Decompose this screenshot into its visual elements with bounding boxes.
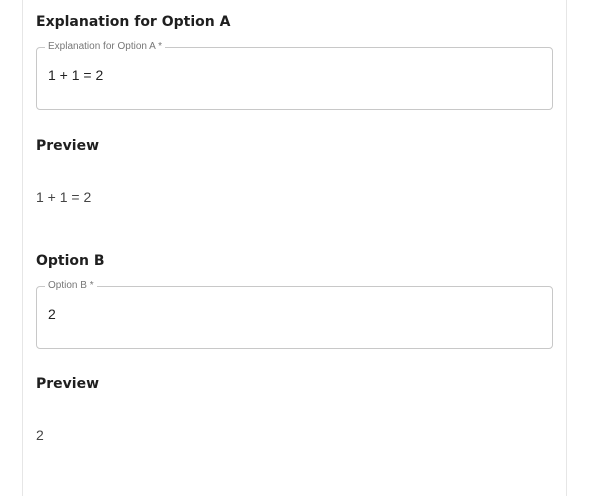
explanation-option-a-preview-title: Preview (36, 138, 100, 154)
explanation-option-a-title: Explanation for Option A (36, 14, 231, 30)
option-b-label: Option B * (48, 280, 94, 291)
option-b-input[interactable]: 2 (48, 306, 528, 322)
explanation-option-a-field[interactable]: Explanation for Option A * 1 + 1 = 2 (36, 42, 553, 110)
option-b-field[interactable]: Option B * 2 (36, 281, 553, 349)
explanation-option-a-preview: 1 + 1 = 2 (36, 189, 92, 205)
explanation-option-a-input[interactable]: 1 + 1 = 2 (48, 67, 528, 83)
option-b-preview-title: Preview (36, 376, 100, 392)
explanation-option-a-label: Explanation for Option A * (48, 41, 162, 52)
option-b-title: Option B (36, 253, 105, 269)
option-b-preview: 2 (36, 427, 44, 443)
